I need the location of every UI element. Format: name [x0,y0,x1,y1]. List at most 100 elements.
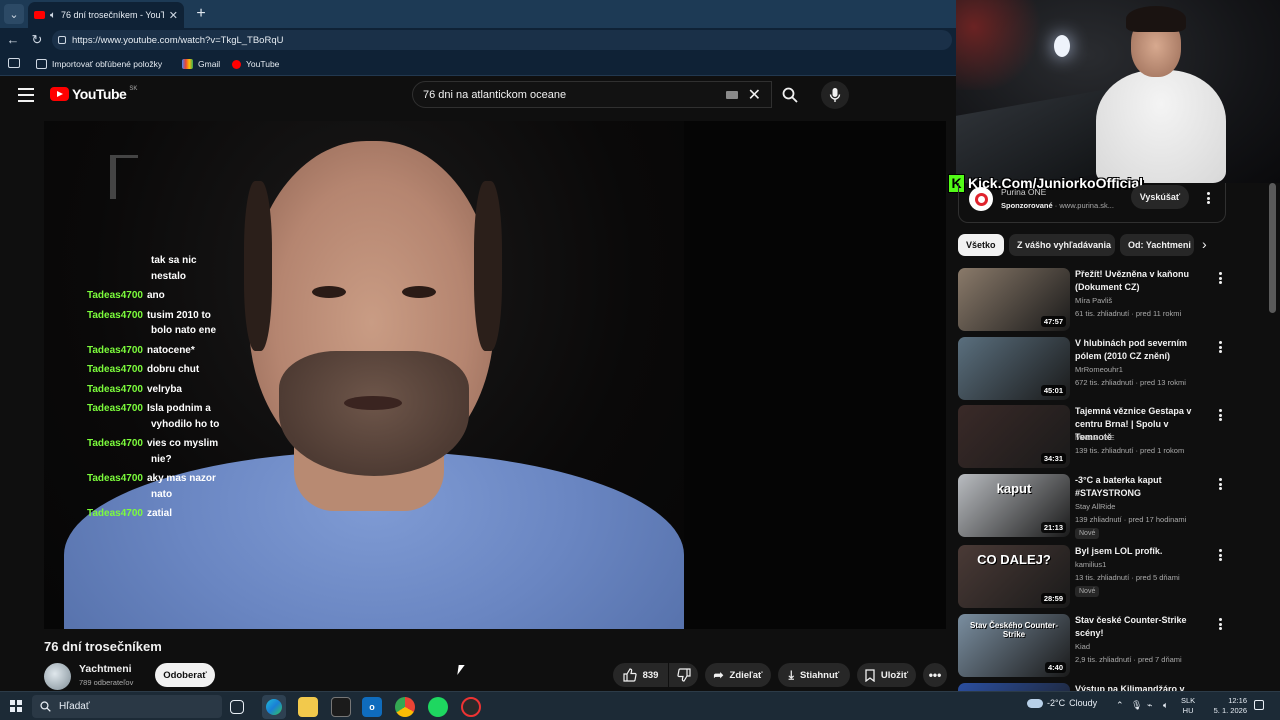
recommended-channel-name[interactable]: MrRomeouhr1 [1075,365,1123,374]
recommended-video-title[interactable]: Přežít! Uvězněna v kaňonu (Dokument CZ) [1075,268,1207,294]
channel-avatar[interactable] [44,663,71,690]
file-explorer-icon[interactable] [298,697,318,717]
microsoft-store-icon[interactable] [331,697,351,717]
chip-from-search[interactable]: Z vášho vyhľadávania [1009,234,1115,256]
search-input[interactable]: 76 dni na atlantickom oceane ✕ [412,81,772,108]
download-button[interactable]: ⤓ Stiahnuť [778,663,850,687]
thumbnail-text: Stav Českého Counter-Strike [969,621,1059,639]
video-thumbnail[interactable]: kaput 21:13 [958,474,1070,537]
close-tab-icon[interactable]: ✕ [169,9,178,22]
video-more-icon[interactable] [1215,477,1225,491]
taskbar-search[interactable]: Hľadať [32,695,222,718]
edge-icon[interactable] [262,695,286,719]
video-thumbnail[interactable]: Stav Českého Counter-Strike 4:40 [958,614,1070,677]
windows-start-icon[interactable] [10,700,22,712]
keyboard-icon[interactable] [725,90,738,99]
chip-all[interactable]: Všetko [958,234,1004,256]
recommended-channel-name[interactable]: kamilius1 [1075,560,1106,569]
save-button[interactable]: Uložiť [857,663,916,687]
task-view-icon[interactable] [230,700,244,714]
notifications-icon[interactable] [1254,700,1264,710]
video-more-icon[interactable] [1215,548,1225,562]
recommended-channel-name[interactable]: MAD ZONE [1075,433,1115,442]
more-actions-button[interactable]: ••• [923,663,947,687]
outlook-icon[interactable]: o [362,697,382,717]
reload-icon[interactable]: ↻ [28,31,46,49]
input-language[interactable]: SLK HU [1181,696,1195,716]
microphone-icon [829,88,841,102]
recommended-video-title[interactable]: Stav české Counter-Strike scény! [1075,614,1207,640]
share-label: Zdieľať [729,669,763,681]
youtube-logo[interactable]: YouTube SK [50,86,137,102]
chat-username: Tadeas4700 [87,364,143,375]
recommended-channel-name[interactable]: Stay AllRide [1075,502,1115,511]
new-tab-button[interactable]: + [192,5,210,23]
bookmark-import[interactable]: Importovať obľúbené položky [36,57,162,71]
chat-text: zatial [146,508,172,519]
recommended-channel-name[interactable]: Kiad [1075,642,1090,651]
channel-name[interactable]: Yachtmeni [79,663,132,675]
video-person-eye [402,286,436,298]
chip-from-channel[interactable]: Od: Yachtmeni [1120,234,1194,256]
dislike-button[interactable] [669,663,698,687]
recommended-video-title[interactable]: V hlubinách pod severním pólem (2010 CZ … [1075,337,1207,363]
system-clock[interactable]: 12:16 5. 1. 2026 [1205,696,1247,716]
recommended-video[interactable]: kaput 21:13 -3°C a baterka kaput #STAYSTRO… [958,474,1268,539]
voice-search-button[interactable] [821,81,849,109]
share-button[interactable]: ➦ Zdieľať [705,663,771,687]
recommended-video[interactable]: 47:57 Přežít! Uvězněna v kaňonu (Dokument… [958,268,1268,332]
recommended-video[interactable]: Stav Českého Counter-Strike 4:40 Stav česk… [958,614,1268,678]
volume-icon[interactable]: 🔈︎ [1163,700,1168,711]
like-button[interactable]: 839 [613,663,668,687]
search-button[interactable] [772,81,808,108]
video-more-icon[interactable] [1215,617,1225,631]
chrome-icon[interactable] [395,697,415,717]
chat-username: Tadeas4700 [87,403,143,414]
search-value: 76 dni na atlantickom oceane [423,88,567,101]
chevron-right-icon[interactable]: › [1202,236,1207,252]
ad-cta-button[interactable]: Vyskúšať [1131,185,1189,209]
network-icon[interactable]: ⌁ [1147,700,1152,711]
video-more-icon[interactable] [1215,408,1225,422]
tray-expand-icon[interactable]: ⌃ [1116,700,1124,711]
weather-widget[interactable]: -2°C Cloudy [1027,698,1097,708]
hamburger-menu-icon[interactable] [18,88,34,102]
sidebar-scrollbar[interactable] [1269,183,1276,313]
chat-message: Tadeas4700 ano [87,288,237,304]
spotify-icon[interactable] [428,697,448,717]
recommended-video-title[interactable]: -3°C a baterka kaput #STAYSTRONG [1075,474,1207,500]
bookmark-gmail[interactable]: Gmail [182,57,220,71]
chat-message: bolo nato ene [87,323,237,339]
chat-message: Tadeas4700 zatial [87,506,237,522]
clear-search-icon[interactable]: ✕ [748,85,761,105]
chat-text: vies co myslim [146,438,219,449]
video-thumbnail[interactable]: 45:01 [958,337,1070,400]
video-thumbnail[interactable]: 34:31 [958,405,1070,468]
site-info-icon[interactable] [58,36,66,44]
new-badge: Nové [1075,528,1100,539]
video-thumbnail[interactable]: 47:57 [958,268,1070,331]
speaker-icon[interactable]: 🔈︎ [50,10,56,21]
sidebar-toggle-icon[interactable] [8,58,20,68]
chat-message: Tadeas4700 aky mas nazor [87,471,237,487]
recommended-video[interactable]: 45:01 V hlubinách pod severním pólem (201… [958,337,1268,401]
video-more-icon[interactable] [1215,271,1225,285]
recommended-video-title[interactable]: Byl jsem LOL profík. [1075,545,1207,558]
obs-icon[interactable] [461,697,481,717]
country-code: SK [129,86,138,92]
video-thumbnail[interactable]: CO DALEJ? 28:59 [958,545,1070,608]
bookmark-youtube[interactable]: YouTube [232,57,279,71]
chat-message: Tadeas4700 Isla podnim a [87,401,237,417]
ad-more-icon[interactable] [1203,191,1213,205]
subscribe-button[interactable]: Odoberať [155,663,215,687]
back-icon[interactable]: ← [4,31,22,49]
microphone-tray-icon[interactable]: 🎙︎ [1131,700,1142,711]
recommended-channel-name[interactable]: Míra Pavliš [1075,296,1112,305]
tab-list-button[interactable]: ⌄ [4,4,24,24]
video-more-icon[interactable] [1215,340,1225,354]
video-title: 76 dní trosečníkem [44,639,162,654]
recommended-video[interactable]: CO DALEJ? 28:59 Byl jsem LOL profík. kamili… [958,545,1268,609]
recommended-video[interactable]: 34:31 Tajemná věznice Gestapa v centru Br… [958,405,1268,469]
address-bar[interactable]: https://www.youtube.com/watch?v=TkgL_TBo… [52,30,952,50]
browser-tab-active[interactable]: 🔈︎ 76 dní trosečníkem - YouTube ✕ [28,2,184,28]
